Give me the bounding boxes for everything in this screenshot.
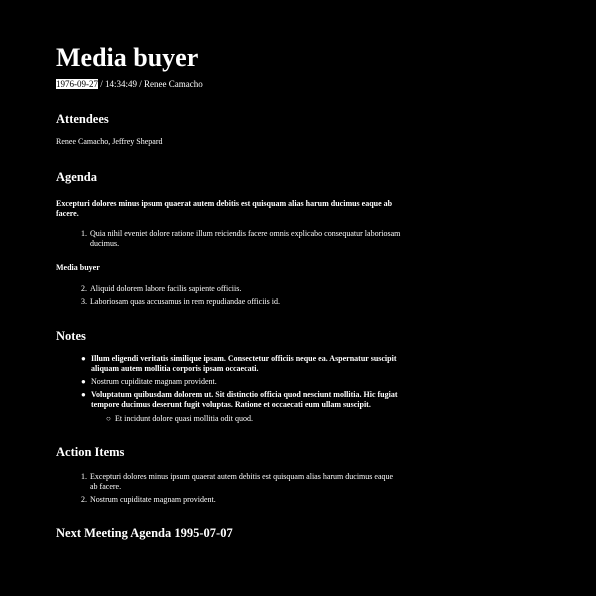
meeting-time-author: / 14:34:49 / Renee Camacho — [100, 79, 203, 89]
list-item-text: Voluptatum quibusdam dolorem ut. Sit dis… — [91, 390, 398, 409]
bullet-marker: ● — [81, 377, 86, 386]
list-item-text: Excepturi dolores minus ipsum quaerat au… — [90, 472, 394, 491]
list-marker: 2. — [81, 495, 87, 504]
agenda-subheading: Media buyer — [56, 263, 100, 272]
agenda-list-b: 2. Aliquid dolorem labore facilis sapien… — [81, 284, 402, 307]
agenda-heading: Agenda — [56, 170, 97, 184]
list-marker: 1. — [81, 472, 87, 481]
attendees-heading: Attendees — [56, 112, 109, 126]
list-item: 3. Laboriosam quas accusamus in rem repu… — [81, 297, 402, 307]
list-item-text: Et incidunt dolore quasi mollitia odit q… — [115, 414, 253, 423]
meeting-meta: 1976-09-27 / 14:34:49 / Renee Camacho — [56, 79, 203, 90]
list-marker: 1. — [81, 229, 87, 238]
list-item-text: Quia nihil eveniet dolore ratione illum … — [90, 229, 401, 248]
notes-heading: Notes — [56, 329, 86, 343]
notes-list: ● Illum eligendi veritatis similique ips… — [81, 354, 402, 413]
circle-bullet-marker: ○ — [106, 414, 111, 423]
list-item: ○ Et incidunt dolore quasi mollitia odit… — [106, 414, 402, 424]
meeting-date[interactable]: 1976-09-27 — [56, 79, 98, 89]
bullet-marker: ● — [81, 354, 86, 363]
agenda-list-a: 1. Quia nihil eveniet dolore ratione ill… — [81, 229, 402, 249]
list-item: 2. Nostrum cupiditate magnam provident. — [81, 495, 402, 505]
list-item: 1. Excepturi dolores minus ipsum quaerat… — [81, 472, 402, 492]
document-title: Media buyer — [56, 43, 199, 72]
attendees-list: Renee Camacho, Jeffrey Shepard — [56, 137, 163, 146]
list-item-text: Nostrum cupiditate magnam provident. — [90, 495, 216, 504]
action-items-heading: Action Items — [56, 445, 125, 459]
next-meeting-heading: Next Meeting Agenda 1995-07-07 — [56, 526, 233, 540]
list-item-text: Laboriosam quas accusamus in rem repudia… — [90, 297, 281, 306]
list-item: 2. Aliquid dolorem labore facilis sapien… — [81, 284, 402, 294]
list-item: ● Nostrum cupiditate magnam provident. — [81, 377, 402, 387]
list-item: 1. Quia nihil eveniet dolore ratione ill… — [81, 229, 402, 249]
action-items-list: 1. Excepturi dolores minus ipsum quaerat… — [81, 472, 402, 505]
list-marker: 3. — [81, 297, 87, 306]
bullet-marker: ● — [81, 390, 86, 399]
list-item-text: Nostrum cupiditate magnam provident. — [91, 377, 217, 386]
list-item: ● Illum eligendi veritatis similique ips… — [81, 354, 402, 374]
list-marker: 2. — [81, 284, 87, 293]
list-item-text: Illum eligendi veritatis similique ipsam… — [91, 354, 397, 373]
agenda-intro: Excepturi dolores minus ipsum quaerat au… — [56, 199, 393, 218]
list-item: ● Voluptatum quibusdam dolorem ut. Sit d… — [81, 390, 402, 410]
list-item-text: Aliquid dolorem labore facilis sapiente … — [90, 284, 242, 293]
notes-sublist: ○ Et incidunt dolore quasi mollitia odit… — [106, 414, 402, 424]
